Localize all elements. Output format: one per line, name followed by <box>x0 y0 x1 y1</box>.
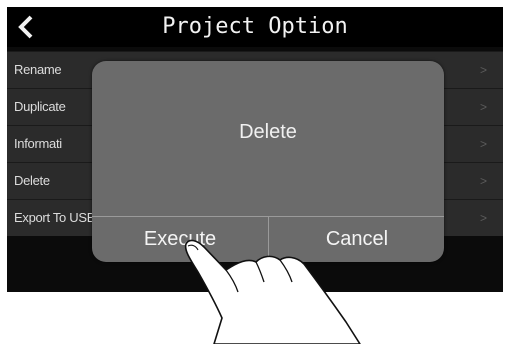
cancel-button[interactable]: Cancel <box>269 217 444 262</box>
menu-item-label: Duplicate <box>14 99 66 114</box>
device-screen: Project Option Rename > Duplicate > Info… <box>7 7 503 292</box>
chevron-right-icon: > <box>479 63 487 77</box>
page-title: Project Option <box>162 14 348 39</box>
menu-item-label: Delete <box>14 173 50 188</box>
delete-dialog: Delete Execute Cancel <box>92 61 444 262</box>
chevron-right-icon: > <box>479 211 487 225</box>
menu-item-label: Informati <box>14 136 62 151</box>
execute-button[interactable]: Execute <box>92 217 268 262</box>
menu-item-label: Rename <box>14 62 62 77</box>
chevron-right-icon: > <box>479 100 487 114</box>
chevron-right-icon: > <box>479 174 487 188</box>
header-bar: Project Option <box>7 7 503 47</box>
chevron-right-icon: > <box>479 137 487 151</box>
dialog-title: Delete <box>239 121 297 143</box>
